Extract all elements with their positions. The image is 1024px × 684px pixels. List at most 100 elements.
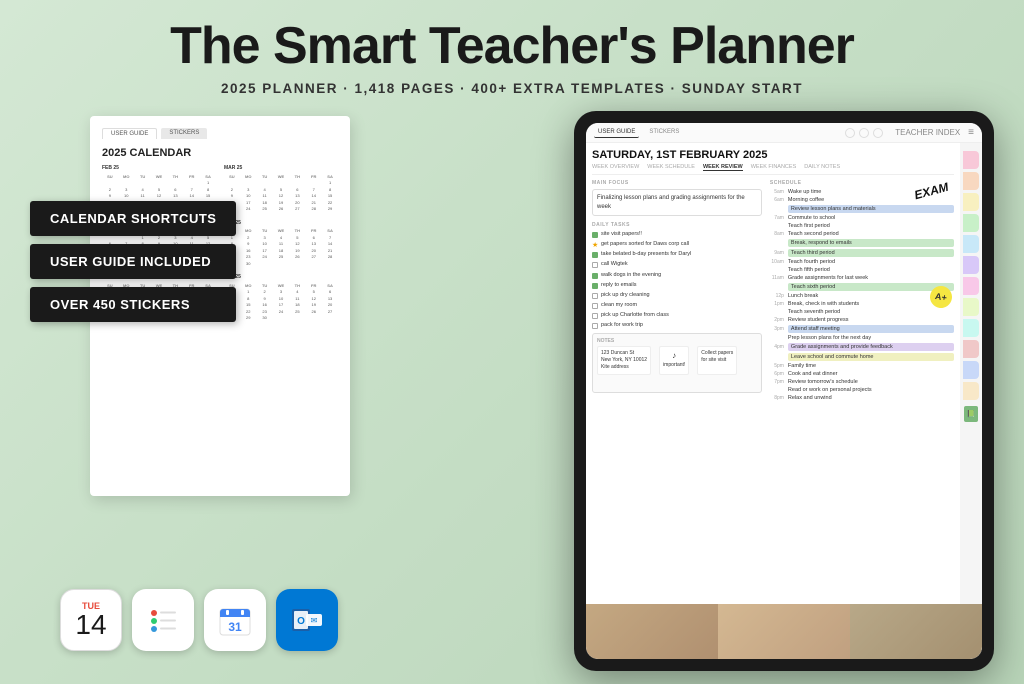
tab-week-overview[interactable]: WEEK OVERVIEW [592,164,639,171]
svg-text:O: O [297,616,305,627]
user-guide-tab[interactable]: USER GUIDE [102,128,157,139]
task-item: reply to emails [592,282,762,289]
schedule-item: 6pm Cook and eat dinner [770,371,954,377]
schedule-item: 1pm Break, check in with students [770,301,954,307]
schedule-item: 3pm Attend staff meeting [770,325,954,333]
calendar-shortcuts-badge: CALENDAR SHORTCUTS [30,201,236,236]
task-checkbox[interactable] [592,273,598,279]
note-collect-papers: Collect papersfor site visit [697,346,737,375]
bottom-photo-strip [586,604,982,659]
tablet-date-header: SATURDAY, 1ST FEBRUARY 2025 [592,149,954,161]
schedule-item: Break, respond to emails [770,239,954,247]
photo-3 [850,604,982,659]
main-content: USER GUIDE STICKERS 2025 CALENDAR FEB 25… [0,111,1024,671]
note-address: 123 Duncan StNew York, NY 10012Kite addr… [597,346,651,375]
sidebar-book-icon: 📗 [964,406,978,422]
schedule-item: Prep lesson plans for the next day [770,335,954,341]
schedule-item: 11am Grade assignments for last week [770,275,954,281]
schedule-item: 4pm Grade assignments and provide feedba… [770,343,954,351]
teacher-index-label: TEACHER INDEX [895,128,960,137]
tab-week-finances[interactable]: WEEK FINANCES [751,164,797,171]
task-checkbox[interactable] [592,252,598,258]
schedule-item: 7am Commute to school [770,215,954,221]
daily-tasks-label: DAILY TASKS [592,222,762,228]
tablet-mockup: USER GUIDE STICKERS TEACHER INDEX ≡ [574,111,994,671]
schedule-item: 8pm Relax and unwind [770,395,954,401]
photo-2 [718,604,850,659]
task-checkbox[interactable] [592,232,598,238]
menu-icon[interactable]: ≡ [968,127,974,138]
sidebar-tab-apr[interactable] [963,214,979,232]
sidebar-tab-feb[interactable] [963,172,979,190]
task-item: clean my room [592,302,762,309]
tablet-sidebar: 📗 [960,143,982,657]
task-checkbox[interactable] [592,283,598,289]
schedule-item: Teach first period [770,223,954,229]
schedule-item: Review lesson plans and materials [770,205,954,213]
sidebar-tab-mar[interactable] [963,193,979,211]
page-title: The Smart Teacher's Planner [20,18,1004,75]
task-star[interactable]: ★ [592,241,598,247]
notes-section: NOTES 123 Duncan StNew York, NY 10012Kit… [592,333,762,393]
sidebar-tab-dec[interactable] [963,382,979,400]
task-item: call Wigtek [592,261,762,268]
page-subtitle: 2025 PLANNER · 1,418 PAGES · 400+ EXTRA … [20,81,1004,96]
sidebar-tab-nov[interactable] [963,361,979,379]
user-guide-badge: USER GUIDE INCLUDED [30,244,236,279]
schedule-list: 5am Wake up time 6am Morning coffee [770,189,954,401]
task-checkbox[interactable] [592,262,598,268]
sidebar-tab-sep[interactable] [963,319,979,337]
sidebar-tab-jun[interactable] [963,256,979,274]
sidebar-tab-jan[interactable] [963,151,979,169]
task-list: site visit papers!! ★ get papers sorted … [592,231,762,329]
ios-calendar-icon: TUE 14 [60,589,122,651]
task-checkbox[interactable] [592,293,598,299]
notes-label: NOTES [597,338,757,344]
calendar-day-num: 14 [75,611,106,639]
schedule-item: 12p Lunch break [770,293,954,299]
schedule-item: Read or work on personal projects [770,387,954,393]
calendar-title: 2025 CALENDAR [102,147,338,159]
tab-week-schedule[interactable]: WEEK SCHEDULE [647,164,695,171]
svg-text:✉: ✉ [311,616,318,625]
tab-stickers[interactable]: STICKERS [645,127,683,138]
main-focus-label: MAIN FOCUS [592,180,762,186]
task-checkbox[interactable] [592,313,598,319]
sidebar-tab-aug[interactable] [963,298,979,316]
tablet-content: SATURDAY, 1ST FEBRUARY 2025 WEEK OVERVIE… [586,143,982,657]
right-panel: USER GUIDE STICKERS TEACHER INDEX ≡ [350,111,994,671]
sidebar-tab-jul[interactable] [963,277,979,295]
tab-week-review[interactable]: WEEK REVIEW [703,164,743,171]
tablet-control-3 [873,128,883,138]
task-item: site visit papers!! [592,231,762,238]
mini-cal-sep: SEP 25 SUMOTUWETHFRSA 123456 78910111213… [224,274,338,321]
schedule-item: 10am Teach fourth period [770,259,954,265]
task-checkbox[interactable] [592,323,598,329]
tab-daily-notes[interactable]: DAILY NOTES [804,164,840,171]
mini-cal-jun: JUN 25 SUMOTUWETHFRSA 1234567 8910111213… [224,220,338,267]
svg-text:31: 31 [228,620,242,634]
task-item: walk dogs in the evening [592,272,762,279]
sidebar-teacher-index [969,145,973,149]
sidebar-tab-oct[interactable] [963,340,979,358]
tab-user-guide[interactable]: USER GUIDE [594,127,639,138]
sidebar-tab-may[interactable] [963,235,979,253]
task-checkbox[interactable] [592,303,598,309]
schedule-item: 2pm Review student progress [770,317,954,323]
tablet-top-tabs: USER GUIDE STICKERS TEACHER INDEX ≡ [586,123,982,143]
paper-tabs: USER GUIDE STICKERS [102,128,338,139]
schedule-item: 8am Teach second period [770,231,954,237]
stickers-tab[interactable]: STICKERS [161,128,207,139]
google-calendar-icon: 31 [204,589,266,651]
photo-1 [586,604,718,659]
page-header: The Smart Teacher's Planner 2025 PLANNER… [0,0,1024,106]
tablet-control-2 [859,128,869,138]
reminders-icon [132,589,194,651]
app-icons-row: TUE 14 [60,589,338,651]
schedule-item: 9am Teach third period [770,249,954,257]
task-item: pack for work trip [592,322,762,329]
task-item: ★ get papers sorted for Daws corp call [592,241,762,248]
task-item: pick up Charlotte from class [592,312,762,319]
tablet-screen: USER GUIDE STICKERS TEACHER INDEX ≡ [586,123,982,659]
schedule-item: Teach seventh period [770,309,954,315]
